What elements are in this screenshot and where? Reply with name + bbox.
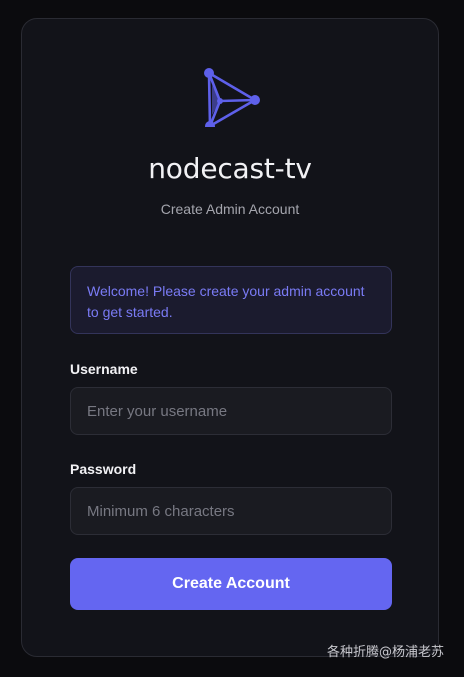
welcome-notice: Welcome! Please create your admin accoun…: [70, 266, 392, 334]
username-label: Username: [70, 361, 138, 377]
password-input[interactable]: [70, 487, 392, 535]
username-input[interactable]: [70, 387, 392, 435]
logo-icon: [204, 68, 260, 127]
page-subtitle: Create Admin Account: [160, 201, 300, 217]
password-label: Password: [70, 461, 137, 477]
page: nodecast-tv Create Admin Account Welcome…: [0, 0, 464, 677]
app-title: nodecast-tv: [148, 152, 312, 185]
setup-card: nodecast-tv Create Admin Account Welcome…: [21, 18, 439, 657]
watermark-text: 各种折腾@杨浦老苏: [326, 645, 444, 660]
create-account-button[interactable]: Create Account: [70, 558, 392, 610]
